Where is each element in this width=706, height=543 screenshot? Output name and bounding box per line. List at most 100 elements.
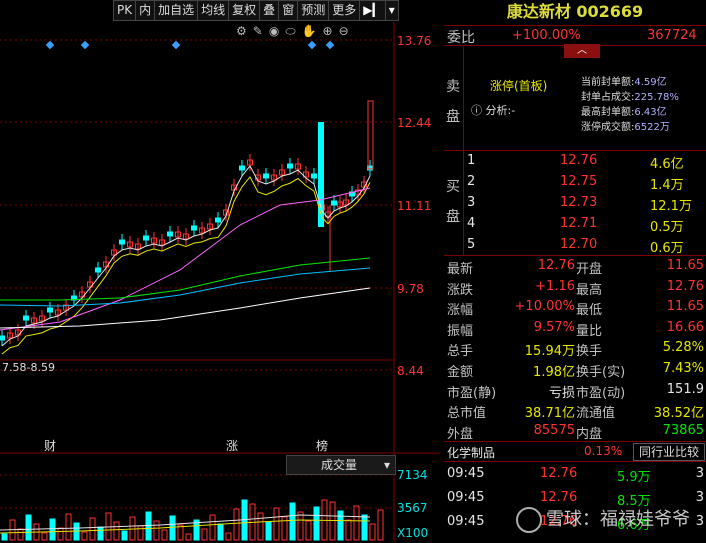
stat-label: 市盈(动) (576, 385, 626, 401)
toolbar-item-pk[interactable]: PK (113, 0, 137, 21)
stat-value: 38.71亿 (524, 406, 575, 422)
kline-chart[interactable]: PK 内 加自选 均线 复权 叠 窗 预测 更多 ▶▎ ▾ ⚙ ✎ ◉ ⬭ ✋ … (0, 0, 440, 543)
candle-body (311, 173, 317, 179)
analysis-row[interactable]: ⓘ 分析:- (471, 102, 515, 118)
candle-body (263, 173, 269, 179)
event-diamond-icon (45, 40, 55, 50)
stat-value: 12.76 (537, 258, 575, 273)
price-tick-5: 8.44 (397, 364, 424, 378)
stat-row: 涨跌 +1.16 最高 12.76 (444, 276, 706, 298)
event-diamond-icon (307, 40, 317, 50)
candle-body (47, 307, 53, 313)
toolbar-item-overlay[interactable]: 叠 (260, 0, 280, 21)
zoom-out-icon[interactable]: ⊖ (339, 24, 349, 39)
volume-bar (145, 511, 152, 541)
toolbar-item-nei[interactable]: 内 (136, 0, 156, 21)
stat-row: 总市值 38.71亿 流通值 38.52亿 (444, 399, 706, 422)
volume-indicator-label: 成交量 (321, 458, 358, 472)
bid-price: 12.70 (560, 237, 598, 252)
settings-icon[interactable]: ⚙ (236, 24, 247, 39)
collapse-chevron-icon[interactable]: ︿ (564, 44, 600, 58)
volume-bar (41, 532, 48, 541)
draw-pen-icon[interactable]: ✎ (253, 24, 263, 39)
volume-bar (97, 526, 104, 541)
volume-bar (185, 533, 192, 541)
shape-icon[interactable]: ⬭ (285, 24, 295, 39)
marker-caibao[interactable]: 财 (44, 437, 56, 454)
volume-bar (81, 531, 88, 541)
weibi-label: 委比 (447, 30, 475, 46)
volume-bar (209, 514, 216, 541)
candle-body (367, 100, 374, 170)
toolbar-item-adjust[interactable]: 复权 (229, 0, 261, 21)
buy-label: 买盘 (446, 179, 460, 225)
stat-label: 开盘 (576, 262, 603, 277)
volume-bar (337, 510, 344, 541)
ma20-line (0, 187, 371, 331)
stat-value: 11.65 (666, 258, 704, 273)
volume-bar (25, 514, 32, 541)
stat-value: 16.66 (666, 319, 704, 335)
bid-row: 3 12.73 12.1万 (464, 193, 706, 214)
stat-label: 最低 (576, 303, 603, 319)
stat-label: 总手 (447, 344, 474, 360)
candle-body (331, 200, 337, 206)
toolbar-item-forecast[interactable]: 预测 (298, 0, 330, 21)
stat-value: +10.00% (514, 299, 575, 315)
candle-body (95, 267, 101, 273)
bid-level: 5 (467, 237, 476, 252)
vol-tick-1: 7134 (397, 468, 428, 482)
marker-bang[interactable]: 榜 (316, 437, 328, 454)
volume-indicator-select[interactable]: 成交量 ▾ (286, 455, 396, 475)
volume-bar (361, 514, 368, 541)
bid-row: 4 12.71 0.5万 (464, 214, 706, 235)
toolbar-item-add-watchlist[interactable]: 加自选 (155, 0, 199, 21)
bid-level: 3 (467, 195, 476, 210)
volume-bar (113, 521, 120, 541)
zoom-in-icon[interactable]: ⊕ (323, 24, 333, 39)
stat-value: 38.52亿 (653, 406, 704, 422)
candle-body (0, 335, 5, 341)
stat-label: 换手 (576, 344, 603, 360)
toolbar-item-ma[interactable]: 均线 (198, 0, 230, 21)
stat-value: 7.43% (662, 360, 704, 376)
volume-bar (217, 523, 224, 541)
hand-icon[interactable]: ✋ (302, 24, 317, 39)
weibi-pct: +100.00% (512, 28, 581, 43)
stats-table: 最新 12.76 开盘 11.65 涨跌 +1.16 最高 12.76 涨幅 +10.00% 最低 1… (444, 255, 706, 442)
seal-row: 封单占成交:225.78% (581, 92, 679, 103)
volume-bar (225, 532, 232, 541)
marker-zhangting[interactable]: 涨 (226, 437, 238, 454)
tick-price: 12.76 (540, 466, 578, 481)
volume-bar (377, 509, 384, 541)
tick-volume: 5.9万 (617, 470, 651, 485)
bid-price: 12.76 (560, 153, 598, 168)
quote-panel: 康达新材 002669 委比 +100.00% 367724 卖盘 ︿ 涨停(首… (444, 0, 706, 543)
volume-bar (57, 527, 64, 541)
weibi-num: 367724 (647, 28, 697, 43)
industry-compare-button[interactable]: 同行业比较 (633, 443, 705, 461)
volume-bar (289, 502, 296, 541)
toolbar-collapse-icon[interactable]: ▶▎ (360, 0, 386, 21)
candle-body (239, 165, 245, 171)
bid-list: 1 12.76 4.6亿 2 12.75 1.4万 3 12.73 12.1万 4 12.71 0.5… (464, 151, 706, 256)
toolbar-item-window[interactable]: 窗 (279, 0, 299, 21)
stat-label: 金额 (447, 364, 474, 380)
volume-bar (353, 505, 360, 541)
volume-bar (345, 519, 352, 541)
industry-row[interactable]: 化学制品 0.13% 同行业比较 (444, 442, 706, 462)
volume-bar (169, 515, 176, 541)
stat-label: 内盘 (576, 426, 603, 442)
volume-bar (233, 508, 240, 541)
stat-label: 振幅 (447, 323, 474, 339)
volume-bar (297, 511, 304, 541)
volume-bar (65, 513, 72, 541)
candle-body (119, 239, 125, 245)
stat-row: 最新 12.76 开盘 11.65 (444, 255, 706, 277)
analysis-value: - (511, 104, 516, 117)
bid-level: 1 (467, 153, 476, 168)
toolbar-dropdown-icon[interactable]: ▾ (385, 0, 399, 21)
eye-icon[interactable]: ◉ (269, 24, 279, 39)
toolbar-item-more[interactable]: 更多 (329, 0, 361, 21)
analysis-label: 分析: (485, 104, 512, 117)
